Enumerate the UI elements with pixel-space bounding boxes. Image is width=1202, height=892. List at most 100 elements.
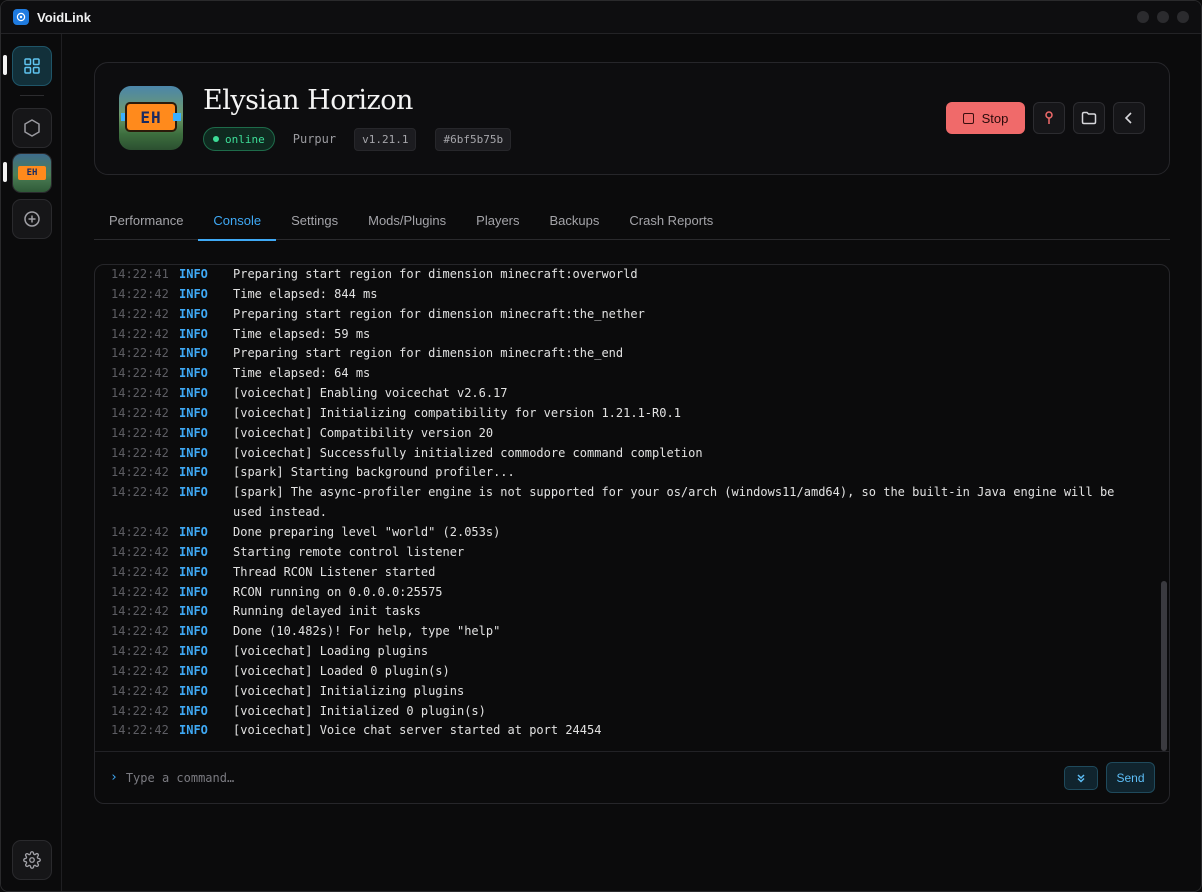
log-timestamp: 14:22:42: [111, 564, 169, 579]
status-badge: online: [203, 127, 275, 151]
log-message: Time elapsed: 64 ms: [233, 366, 371, 381]
close-button[interactable]: [1177, 11, 1189, 23]
add-server-button[interactable]: [12, 199, 52, 239]
log-line: 14:22:42 INFO Starting remote control list…: [111, 543, 1161, 563]
log-message: [voicechat] Enabling voicechat v2.6.17: [233, 386, 508, 401]
command-prompt-icon: ›: [110, 770, 118, 785]
tab-mods-plugins[interactable]: Mods/Plugins: [353, 200, 461, 240]
server-actions: Stop: [946, 102, 1145, 134]
tab-settings[interactable]: Settings: [276, 200, 353, 240]
log-line: 14:22:42 INFO [voicechat] Initializing com…: [111, 404, 1161, 424]
log-message: Preparing start region for dimension min…: [233, 306, 645, 321]
scroll-to-bottom-button[interactable]: [1064, 765, 1098, 790]
sidebar-dashboard-button[interactable]: [12, 46, 52, 86]
version-tag: v1.21.1: [354, 127, 417, 151]
send-button[interactable]: Send: [1106, 762, 1155, 793]
log-timestamp: 14:22:42: [111, 584, 169, 599]
log-level: INFO: [179, 445, 208, 460]
log-level: INFO: [179, 326, 208, 341]
log-timestamp: 14:22:42: [111, 703, 169, 718]
log-level: INFO: [179, 286, 208, 301]
main-content: EH Elysian Horizon online Purpur v1.21.1…: [62, 34, 1201, 891]
map-pin-icon: [1045, 111, 1053, 124]
maximize-button[interactable]: [1157, 11, 1169, 23]
log-level: INFO: [179, 425, 208, 440]
app-title: VoidLink: [37, 9, 91, 25]
stop-button[interactable]: Stop: [946, 102, 1025, 134]
server-software: Purpur: [292, 132, 337, 146]
server-thumbnail: EH: [13, 154, 51, 192]
log-line: 14:22:42 INFO Thread RCON Listener started: [111, 563, 1161, 583]
log-level: INFO: [179, 564, 208, 579]
log-level: INFO: [179, 366, 208, 381]
log-timestamp: 14:22:42: [111, 544, 169, 559]
log-line: 14:22:42 INFO Time elapsed: 64 ms: [111, 364, 1161, 384]
log-level: INFO: [179, 386, 208, 401]
log-message: Time elapsed: 59 ms: [233, 326, 371, 341]
log-line: 14:22:42 INFO [voicechat] Loading plugins: [111, 642, 1161, 662]
tab-bar: Performance Console Settings Mods/Plugin…: [94, 200, 1170, 241]
server-meta: online Purpur v1.21.1 #6bf5b75b: [203, 127, 512, 151]
log-line: 14:22:41 INFO Preparing start region for d…: [111, 265, 1161, 285]
log-timestamp: 14:22:42: [111, 366, 169, 381]
sidebar-server-elysian-horizon[interactable]: EH: [12, 153, 52, 193]
log-line: 14:22:42 INFO [voicechat] Initialized 0 pl…: [111, 702, 1161, 722]
log-line: 14:22:42 INFO [voicechat] Initializing plu…: [111, 682, 1161, 702]
log-line: 14:22:42 INFO Time elapsed: 844 ms: [111, 285, 1161, 305]
selected-server-indicator: [3, 162, 7, 182]
log-message: Time elapsed: 844 ms: [233, 286, 378, 301]
log-level: INFO: [179, 405, 208, 420]
minimize-button[interactable]: [1137, 11, 1149, 23]
tab-performance[interactable]: Performance: [94, 200, 198, 240]
window-controls: [1137, 11, 1189, 23]
log-line: 14:22:42 INFO [voicechat] Compatibility ve…: [111, 424, 1161, 444]
log-message: [voicechat] Initializing compatibility f…: [233, 405, 681, 420]
log-message: [voicechat] Voice chat server started at…: [233, 723, 602, 738]
log-timestamp: 14:22:42: [111, 683, 169, 698]
log-line: 14:22:42 INFO Preparing start region for d…: [111, 305, 1161, 325]
log-line: 14:22:42 INFO Preparing start region for d…: [111, 344, 1161, 364]
tab-backups[interactable]: Backups: [535, 200, 615, 240]
server-header-card: EH Elysian Horizon online Purpur v1.21.1…: [94, 62, 1170, 175]
sidebar-servers-button[interactable]: [12, 108, 52, 148]
chevrons-down-icon: [1077, 773, 1085, 783]
settings-button[interactable]: [12, 840, 52, 880]
command-input[interactable]: [125, 770, 1064, 785]
status-label: online: [225, 132, 265, 146]
server-name: Elysian Horizon: [203, 85, 413, 116]
log-message: [voicechat] Loading plugins: [233, 644, 429, 659]
log-timestamp: 14:22:42: [111, 286, 169, 301]
tab-console[interactable]: Console: [198, 200, 276, 241]
back-button[interactable]: [1113, 102, 1145, 134]
console-log[interactable]: 14:22:41 INFO Preparing start region for d…: [95, 265, 1161, 753]
log-message: Done preparing level "world" (2.053s): [233, 524, 501, 539]
log-timestamp: 14:22:42: [111, 663, 169, 678]
hexagon-icon: [24, 119, 40, 137]
tab-players[interactable]: Players: [461, 200, 534, 240]
log-level: INFO: [179, 584, 208, 599]
log-timestamp: 14:22:42: [111, 624, 169, 639]
log-message: [voicechat] Initializing plugins: [233, 683, 465, 698]
log-level: INFO: [179, 683, 208, 698]
log-line: 14:22:42 INFO [voicechat] Voice chat serve…: [111, 721, 1161, 741]
log-timestamp: 14:22:42: [111, 445, 169, 460]
log-timestamp: 14:22:41: [111, 267, 169, 281]
log-message: [voicechat] Compatibility version 20: [233, 425, 494, 440]
log-level: INFO: [179, 663, 208, 678]
sidebar-divider: [20, 95, 44, 96]
log-line: 14:22:42 INFO [voicechat] Loaded 0 plugin(…: [111, 662, 1161, 682]
grid-icon: [24, 58, 40, 74]
log-message: Preparing start region for dimension min…: [233, 267, 638, 281]
log-level: INFO: [179, 624, 208, 639]
log-timestamp: 14:22:42: [111, 346, 169, 361]
log-level: INFO: [179, 703, 208, 718]
log-timestamp: 14:22:42: [111, 723, 169, 738]
folder-icon: [1081, 111, 1097, 125]
map-pin-button[interactable]: [1033, 102, 1065, 134]
tab-crash-reports[interactable]: Crash Reports: [614, 200, 728, 240]
console-scrollbar[interactable]: [1161, 581, 1167, 751]
server-icon-wing-right: [173, 113, 181, 121]
open-folder-button[interactable]: [1073, 102, 1105, 134]
server-icon: EH: [119, 86, 183, 150]
log-line: 14:22:42 INFO Running delayed init tasks: [111, 602, 1161, 622]
